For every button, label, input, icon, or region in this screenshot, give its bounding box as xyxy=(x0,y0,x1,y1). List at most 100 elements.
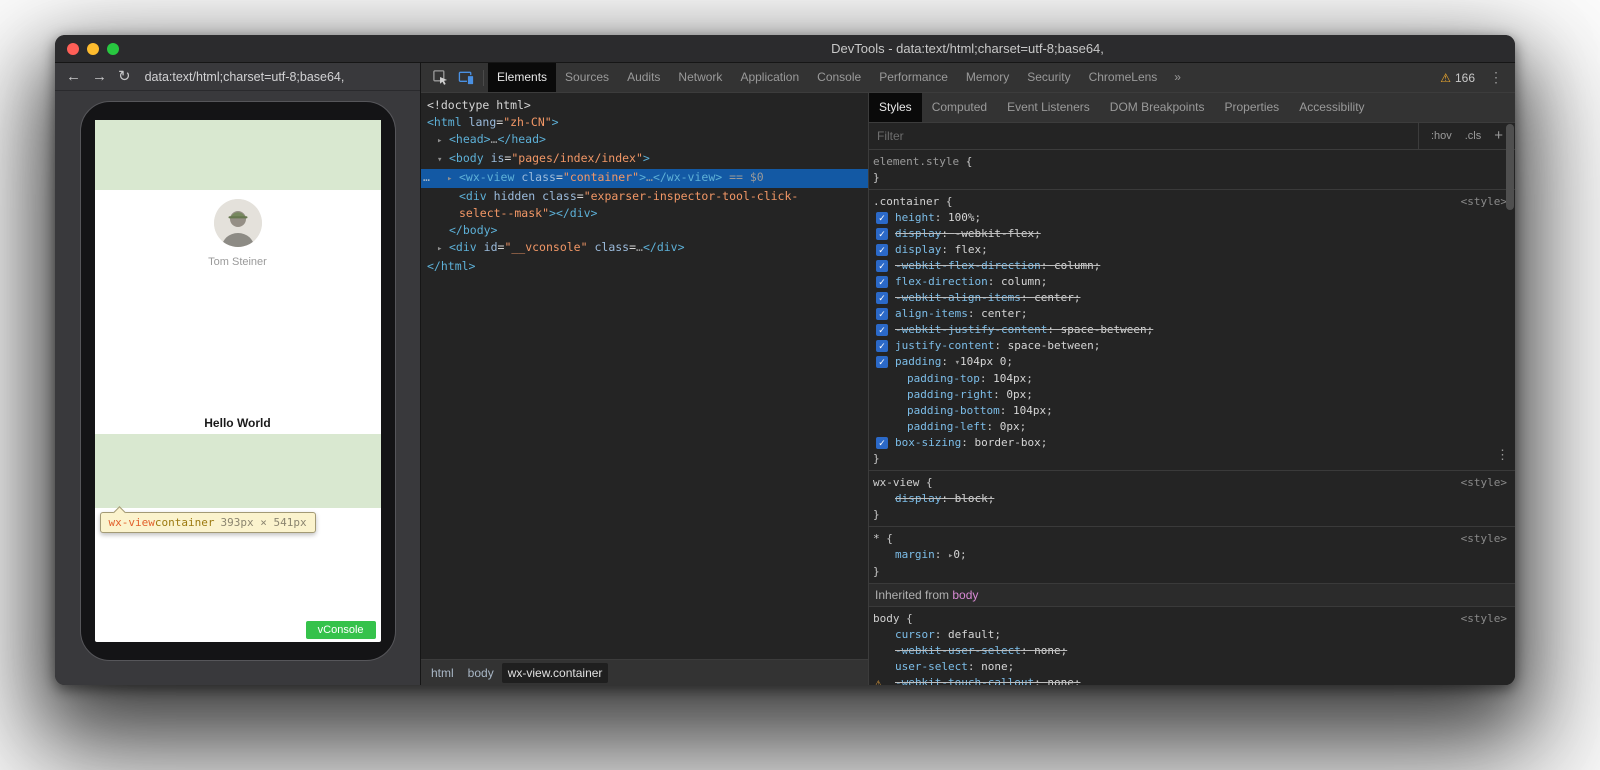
inherited-node-link[interactable]: body xyxy=(952,588,978,602)
dom-node[interactable]: ▾<body is="pages/index/index"> xyxy=(421,150,868,169)
node-overflow-dots[interactable]: … xyxy=(423,169,430,186)
tab-console[interactable]: Console xyxy=(808,63,870,92)
minimize-button[interactable] xyxy=(87,43,99,55)
declaration-checkbox[interactable]: ✓ xyxy=(876,276,888,288)
declaration-checkbox[interactable]: ✓ xyxy=(876,228,888,240)
css-declaration[interactable]: ✓box-sizing: border-box; xyxy=(873,435,1509,451)
fullscreen-button[interactable] xyxy=(107,43,119,55)
new-style-rule-button[interactable]: + xyxy=(1494,127,1503,144)
scrollbar-thumb[interactable] xyxy=(1506,124,1514,210)
toggle-class-button[interactable]: .cls xyxy=(1465,130,1482,142)
css-selector[interactable]: element.style xyxy=(873,155,959,168)
styles-filter-input[interactable] xyxy=(869,123,1418,149)
devtools-menu-icon[interactable]: ⋮ xyxy=(1489,69,1503,86)
more-tabs-chevron[interactable]: » xyxy=(1166,63,1189,92)
css-selector[interactable]: body xyxy=(873,612,900,625)
css-declaration[interactable]: padding-top: 104px; xyxy=(873,371,1509,387)
css-declaration[interactable]: user-select: none; xyxy=(873,659,1509,675)
css-declaration[interactable]: ✓-webkit-justify-content: space-between; xyxy=(873,322,1509,338)
tab-chromelens[interactable]: ChromeLens xyxy=(1080,63,1167,92)
css-declaration[interactable]: padding-left: 0px; xyxy=(873,419,1509,435)
css-declaration[interactable]: display: block; xyxy=(873,491,1509,507)
tab-network[interactable]: Network xyxy=(669,63,731,92)
breadcrumb-wx-view.container[interactable]: wx-view.container xyxy=(502,663,609,683)
css-declaration[interactable]: ✓height: 100%; xyxy=(873,210,1509,226)
dom-node[interactable]: <!doctype html> xyxy=(421,97,868,114)
dom-node[interactable]: <html lang="zh-CN"> xyxy=(421,114,868,131)
declaration-checkbox[interactable]: ✓ xyxy=(876,340,888,352)
device-toolbar-icon[interactable] xyxy=(453,63,479,92)
dom-node[interactable]: </body> xyxy=(421,222,868,239)
reload-icon[interactable]: ↻ xyxy=(118,69,131,84)
declaration-checkbox[interactable]: ✓ xyxy=(876,244,888,256)
css-declaration[interactable]: ✓padding: ▾104px 0; xyxy=(873,354,1509,371)
rule-overflow-menu[interactable]: ⋮ xyxy=(1496,449,1509,462)
vconsole-button[interactable]: vConsole xyxy=(306,621,376,639)
disclosure-triangle[interactable]: ▸ xyxy=(437,133,449,150)
dom-node[interactable]: …▸<wx-view class="container">…</wx-view>… xyxy=(421,169,868,188)
url-text[interactable]: data:text/html;charset=utf-8;base64, xyxy=(145,70,345,84)
dom-node[interactable]: select--mask"></div> xyxy=(421,205,868,222)
forward-icon[interactable]: → xyxy=(92,69,107,84)
disclosure-triangle[interactable]: ▾ xyxy=(437,152,449,169)
declaration-checkbox[interactable]: ✓ xyxy=(876,308,888,320)
css-declaration[interactable]: cursor: default; xyxy=(873,627,1509,643)
css-declaration[interactable]: ✓-webkit-align-items: center; xyxy=(873,290,1509,306)
css-declaration[interactable]: margin: ▸0; xyxy=(873,547,1509,564)
dom-node[interactable]: <div hidden class="exparser-inspector-to… xyxy=(421,188,868,205)
css-declaration[interactable]: padding-right: 0px; xyxy=(873,387,1509,403)
style-source-link[interactable]: <style> xyxy=(1461,475,1507,491)
css-declaration[interactable]: ⚠-webkit-touch-callout: none; xyxy=(873,675,1509,685)
sidebar-tab-properties[interactable]: Properties xyxy=(1214,93,1289,122)
tab-audits[interactable]: Audits xyxy=(618,63,669,92)
tab-security[interactable]: Security xyxy=(1018,63,1079,92)
sidebar-tab-event-listeners[interactable]: Event Listeners xyxy=(997,93,1100,122)
css-declaration[interactable]: ✓-webkit-flex-direction: column; xyxy=(873,258,1509,274)
sidebar-tab-accessibility[interactable]: Accessibility xyxy=(1289,93,1374,122)
console-warning-badge[interactable]: ⚠ 166 xyxy=(1440,71,1475,85)
css-declaration[interactable]: -webkit-user-select: none; xyxy=(873,643,1509,659)
css-declaration[interactable]: ✓align-items: center; xyxy=(873,306,1509,322)
css-declaration[interactable]: padding-bottom: 104px; xyxy=(873,403,1509,419)
declaration-checkbox[interactable]: ✓ xyxy=(876,260,888,272)
css-selector[interactable]: .container xyxy=(873,195,939,208)
titlebar[interactable]: DevTools - data:text/html;charset=utf-8;… xyxy=(55,35,1515,63)
declaration-checkbox[interactable]: ✓ xyxy=(876,356,888,368)
traffic-lights xyxy=(67,43,119,55)
disclosure-triangle[interactable]: ▸ xyxy=(447,171,459,188)
css-selector[interactable]: * xyxy=(873,532,880,545)
declaration-checkbox[interactable]: ✓ xyxy=(876,437,888,449)
css-declaration[interactable]: ✓flex-direction: column; xyxy=(873,274,1509,290)
dom-node[interactable]: ▸<div id="__vconsole" class=…</div> xyxy=(421,239,868,258)
style-source-link[interactable]: <style> xyxy=(1461,611,1507,627)
tab-application[interactable]: Application xyxy=(731,63,808,92)
tab-sources[interactable]: Sources xyxy=(556,63,618,92)
sidebar-tab-dom-breakpoints[interactable]: DOM Breakpoints xyxy=(1100,93,1215,122)
page-preview[interactable]: Tom Steiner Hello World wx-viewcontainer… xyxy=(95,120,381,642)
declaration-text: -webkit-user-select: none; xyxy=(895,644,1067,657)
declaration-checkbox[interactable]: ✓ xyxy=(876,292,888,304)
declaration-checkbox[interactable]: ✓ xyxy=(876,324,888,336)
inspect-icon[interactable] xyxy=(427,63,453,92)
disclosure-triangle[interactable]: ▸ xyxy=(437,241,449,258)
close-button[interactable] xyxy=(67,43,79,55)
tab-memory[interactable]: Memory xyxy=(957,63,1018,92)
opening-brace: { xyxy=(959,155,972,168)
back-icon[interactable]: ← xyxy=(66,69,81,84)
dom-node[interactable]: ▸<head>…</head> xyxy=(421,131,868,150)
css-selector[interactable]: wx-view xyxy=(873,476,919,489)
tab-performance[interactable]: Performance xyxy=(870,63,957,92)
sidebar-tab-computed[interactable]: Computed xyxy=(922,93,997,122)
css-declaration[interactable]: ✓display: -webkit-flex; xyxy=(873,226,1509,242)
toggle-hover-button[interactable]: :hov xyxy=(1431,130,1452,142)
breadcrumb-html[interactable]: html xyxy=(425,663,460,683)
style-source-link[interactable]: <style> xyxy=(1461,194,1507,210)
tab-elements[interactable]: Elements xyxy=(488,63,556,92)
sidebar-tab-styles[interactable]: Styles xyxy=(869,93,922,122)
dom-node[interactable]: </html> xyxy=(421,258,868,275)
css-declaration[interactable]: ✓display: flex; xyxy=(873,242,1509,258)
declaration-checkbox[interactable]: ✓ xyxy=(876,212,888,224)
css-declaration[interactable]: ✓justify-content: space-between; xyxy=(873,338,1509,354)
style-source-link[interactable]: <style> xyxy=(1461,531,1507,547)
breadcrumb-body[interactable]: body xyxy=(462,663,500,683)
